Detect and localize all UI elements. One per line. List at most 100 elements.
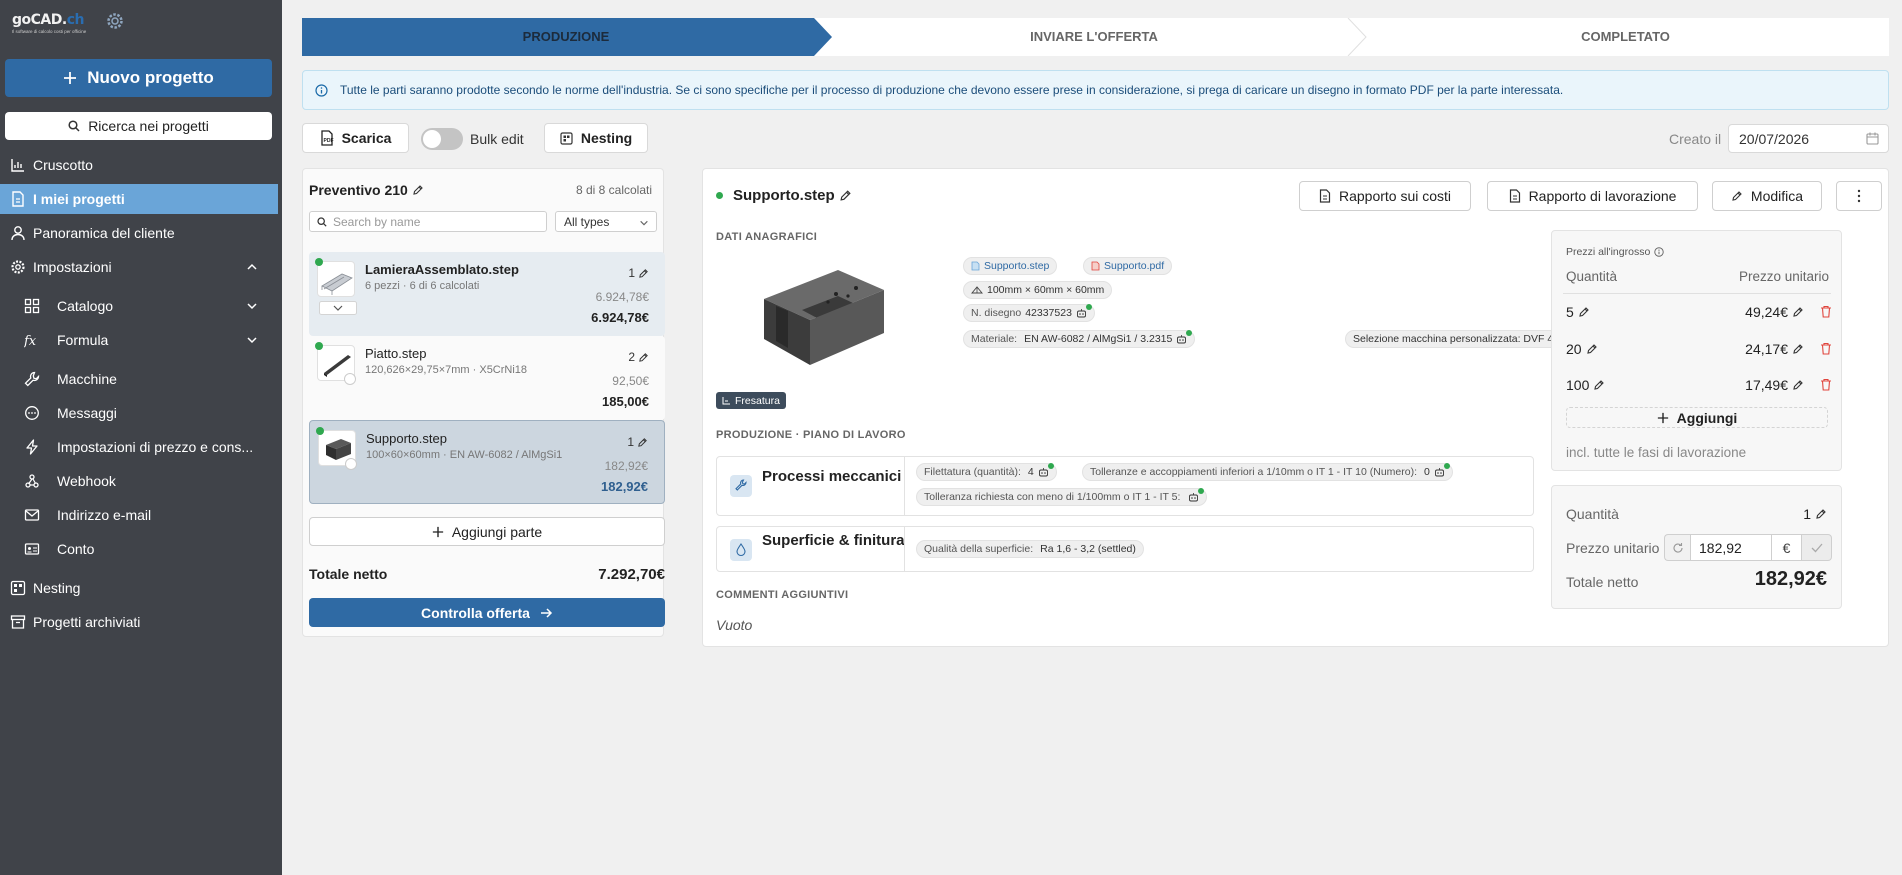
search-icon [317,216,327,227]
pencil-icon [639,352,648,362]
more-options-button[interactable] [1836,181,1882,211]
drop-icon [730,539,752,561]
created-date-input[interactable]: 20/07/2026 [1728,124,1889,153]
divider [904,527,905,571]
add-part-button[interactable]: Aggiungi parte [309,517,665,546]
download-button[interactable]: PDF Scarica [302,123,409,153]
trash-icon[interactable] [1820,378,1832,391]
part-item-selected[interactable]: Supporto.step 100×60×60mm · EN AW-6082 /… [309,420,665,504]
process-row-mechanical: Processi meccanici Filettatura (quantità… [716,456,1534,516]
logo[interactable]: goCAD.ch Il software di calcolo costi pe… [12,12,124,38]
part-item[interactable]: LamieraAssemblato.step 6 pezzi · 6 di 6 … [309,252,665,336]
type-filter-select[interactable]: All types [555,211,657,232]
pencil-icon [639,268,648,278]
part-total: 182,92€ [601,479,648,494]
quote-net-total: 7.292,70€ [598,566,665,583]
reset-price-button[interactable] [1664,534,1690,561]
bulk-edit-toggle[interactable] [421,128,463,150]
info-icon [315,83,328,97]
unit-price-label: Prezzo unitario [1566,540,1660,556]
part-unit-price: 6.924,78€ [595,290,649,304]
part-quantity[interactable]: 1 [628,266,649,280]
confirm-price-button[interactable] [1802,534,1832,561]
summary-quantity[interactable]: 1 [1803,506,1827,522]
step-file-icon [971,261,980,271]
new-project-button[interactable]: Nuovo progetto [5,59,272,97]
part-name: LamieraAssemblato.step [365,262,519,277]
check-offer-button[interactable]: Controlla offerta [309,598,665,627]
status-dot [716,192,723,199]
part-description: 100×60×60mm · EN AW-6082 / AlMgSi1 [366,449,563,461]
quote-count: 8 di 8 calcolati [575,183,652,197]
pencil-icon[interactable] [839,189,852,202]
refresh-icon [1672,542,1683,553]
nav-account[interactable]: Conto [0,534,278,564]
nav-webhook[interactable]: Webhook [0,466,278,496]
step-completed[interactable]: COMPLETATO [1362,29,1889,44]
unit-price-input[interactable]: 182,92 [1690,534,1772,561]
process-label: Processi meccanici [762,468,902,485]
pencil-icon [638,437,647,447]
status-dot [1085,304,1092,310]
nesting-button[interactable]: Nesting [544,123,648,153]
expand-chevron-icon[interactable] [319,301,357,315]
process-row-surface: Superficie & finitura Qualità della supe… [716,526,1534,572]
nav-nesting[interactable]: Nesting [0,573,278,603]
bulk-edit-label: Bulk edit [470,131,524,147]
nav-machines[interactable]: Macchine [0,364,278,394]
robot-icon [1189,493,1199,502]
part-description: 6 pezzi · 6 di 6 calcolati [365,280,480,292]
part-quantity[interactable]: 2 [628,350,649,364]
process-chip: Tolleranze e accoppiamenti inferiori a 1… [1082,463,1453,481]
nav-catalog[interactable]: Catalogo [0,291,278,321]
file-icon [12,191,24,207]
search-icon [68,120,80,132]
process-chip: Qualità della superficie: Ra 1,6 - 3,2 (… [916,540,1144,558]
add-bulk-price-button[interactable]: Aggiungi [1566,407,1828,428]
nav-dashboard[interactable]: Cruscotto [0,150,278,180]
status-dot [1443,463,1450,469]
col-header-qty: Quantità [1566,269,1618,284]
part-quantity[interactable]: 1 [627,435,648,449]
nav-settings[interactable]: Impostazioni [0,252,278,282]
cost-report-button[interactable]: Rapporto sui costi [1299,181,1471,211]
search-projects-button[interactable]: Ricerca nei progetti [5,112,272,140]
chart-icon [11,159,24,172]
bulk-prices-title: Prezzi all'ingrosso [1566,246,1664,258]
part-item[interactable]: Piatto.step 120,626×29,75×7mm · X5CrNi18… [309,336,665,420]
part-3d-preview[interactable] [758,254,893,372]
part-name: Piatto.step [365,346,427,361]
pencil-icon[interactable] [412,184,424,196]
robot-icon [1434,468,1444,477]
user-icon [11,226,25,241]
trash-icon[interactable] [1820,342,1832,355]
nav-archived-projects[interactable]: Progetti archiviati [0,607,278,637]
dimensions-chip: 100mm × 60mm × 60mm [963,281,1113,299]
trash-icon[interactable] [1820,305,1832,318]
nav-email[interactable]: Indirizzo e-mail [0,500,278,530]
process-tag-milling: Fresatura [716,392,786,409]
file-chip-step[interactable]: Supporto.step [963,257,1058,275]
nav-formula[interactable]: fx Formula [0,325,278,355]
nav-messages[interactable]: Messaggi [0,398,278,428]
plus-icon [64,72,77,84]
nav-customer-overview[interactable]: Panoramica del cliente [0,218,278,248]
col-header-unit-price: Prezzo unitario [1738,269,1829,284]
work-report-button[interactable]: Rapporto di lavorazione [1487,181,1698,211]
step-production[interactable]: PRODUZIONE [302,29,830,44]
chevron-up-icon [247,263,257,270]
edit-button[interactable]: Modifica [1712,181,1822,211]
nav-my-projects[interactable]: I miei progetti [0,184,278,214]
parts-search-input[interactable]: Search by name [309,211,547,232]
svg-text:fx: fx [24,334,37,348]
nav-price-settings[interactable]: Impostazioni di prezzo e cons... [0,432,278,462]
logo-gear-icon [107,13,123,29]
pencil-icon [1793,380,1803,390]
file-chip-pdf[interactable]: Supporto.pdf [1083,257,1173,275]
step-send-offer[interactable]: INVIARE L'OFFERTA [830,29,1358,44]
chat-icon [25,406,39,420]
dimensions-icon [971,286,983,294]
plus-icon [1657,412,1668,423]
grid-icon [24,298,40,314]
toggle-knob [423,130,441,148]
